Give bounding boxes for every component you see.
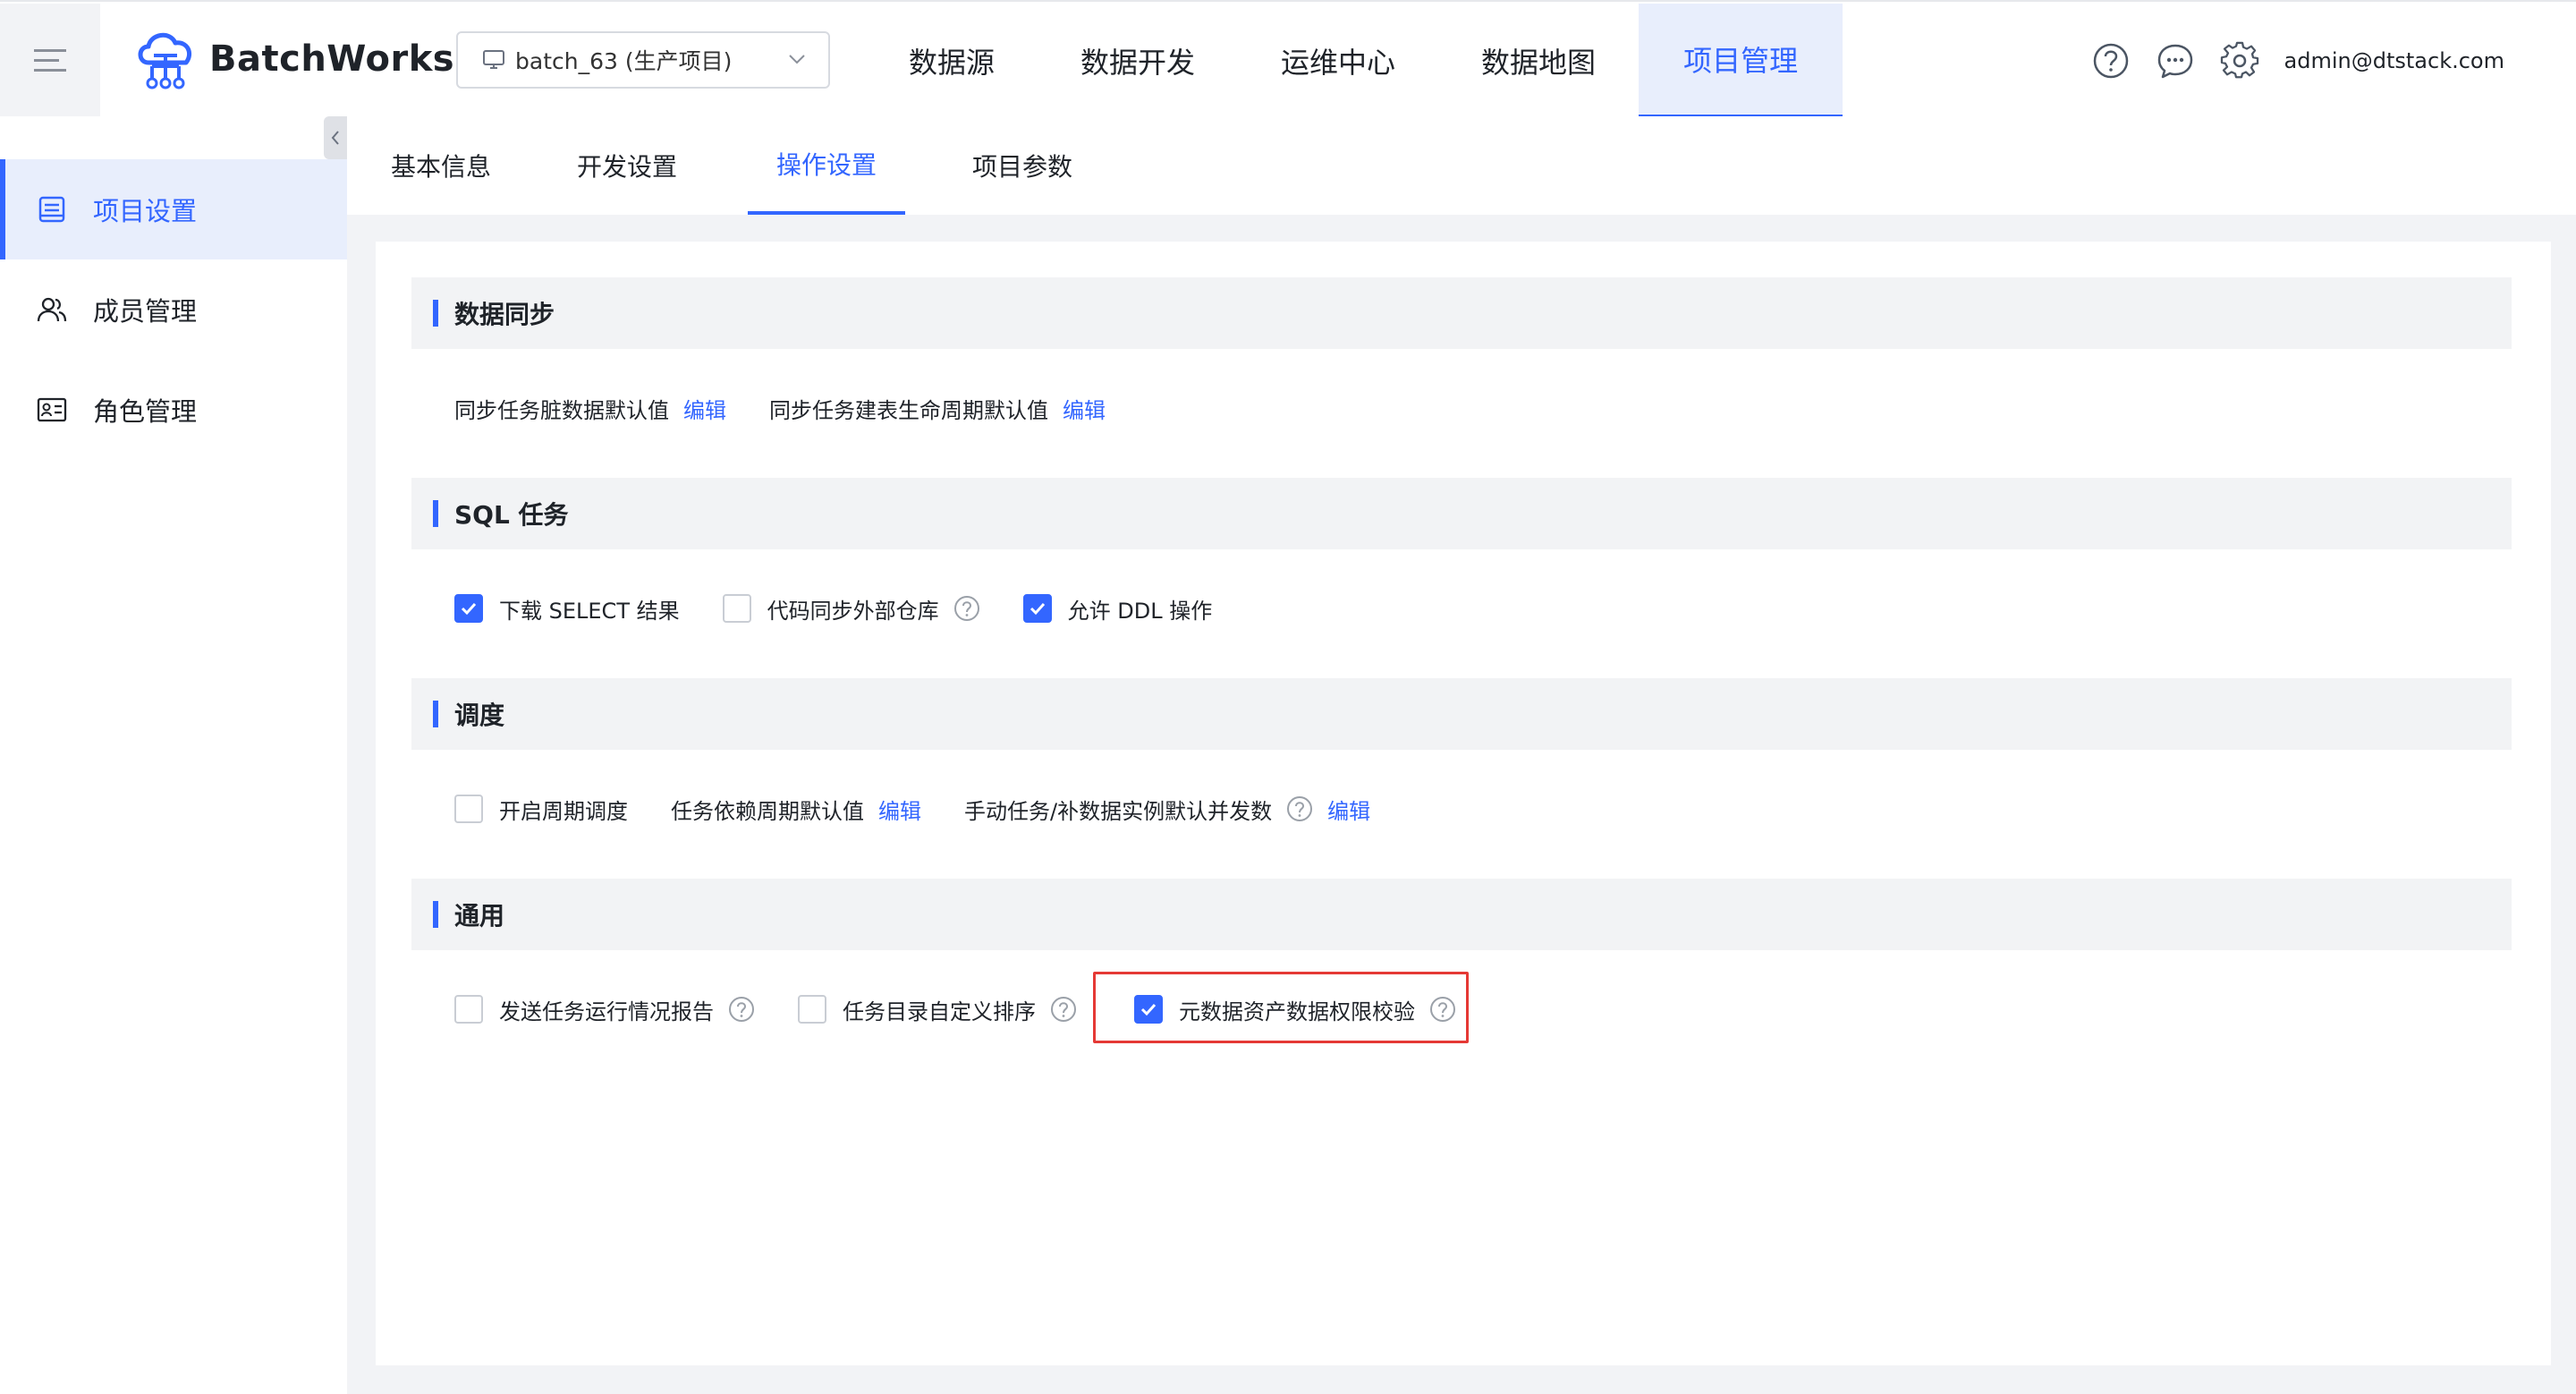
code-sync-label: 代码同步外部仓库: [767, 598, 939, 624]
tab-dev-settings[interactable]: 开发设置: [564, 116, 691, 215]
menu-toggle-button[interactable]: [0, 4, 100, 118]
user-email[interactable]: admin@dtstack.com: [2284, 48, 2504, 73]
sql-settings-row: 下载 SELECT 结果 代码同步外部仓库 允许 DDL 操作: [454, 591, 1212, 626]
edit-concurrency-default-link[interactable]: 编辑: [1327, 794, 1370, 825]
project-select-value: batch_63 (生产项目): [515, 48, 733, 74]
periodic-schedule-label: 开启周期调度: [499, 798, 628, 824]
section-accent-bar: [433, 300, 438, 327]
top-bar: BatchWorks batch_63 (生产项目) 数据源 数据开发 运维中心…: [0, 0, 2576, 118]
section-accent-bar: [433, 500, 438, 527]
edit-lifecycle-default-link[interactable]: 编辑: [1063, 393, 1106, 424]
help-circle-icon[interactable]: [728, 996, 755, 1023]
sidebar-item-roles[interactable]: 角色管理: [0, 360, 347, 460]
message-icon[interactable]: [2156, 41, 2195, 81]
send-report-label: 发送任务运行情况报告: [499, 999, 714, 1024]
settings-icon[interactable]: [2220, 41, 2259, 81]
help-circle-icon[interactable]: [2091, 41, 2131, 81]
settings-tabs: 基本信息 开发设置 操作设置 项目参数: [347, 116, 2576, 215]
download-select-checkbox[interactable]: [454, 594, 483, 623]
members-icon: [37, 297, 67, 322]
project-settings-icon: [38, 196, 65, 223]
concurrency-default-label: 手动任务/补数据实例默认并发数: [964, 798, 1273, 824]
edit-dependency-default-link[interactable]: 编辑: [878, 794, 921, 825]
code-sync-checkbox[interactable]: [722, 594, 751, 623]
section-header-schedule: 调度: [411, 678, 2512, 750]
app-logo[interactable]: BatchWorks: [134, 27, 454, 91]
sidebar-item-members[interactable]: 成员管理: [0, 259, 347, 360]
chevron-down-icon: [789, 55, 805, 64]
periodic-schedule-checkbox[interactable]: [454, 795, 483, 823]
allow-ddl-label: 允许 DDL 操作: [1067, 598, 1213, 624]
sync-settings-row: 同步任务脏数据默认值 编辑 同步任务建表生命周期默认值 编辑: [454, 390, 1106, 426]
nav-project-management[interactable]: 项目管理: [1639, 4, 1843, 118]
custom-sort-label: 任务目录自定义排序: [843, 999, 1036, 1024]
sidebar-item-label: 角色管理: [93, 396, 198, 427]
schedule-settings-row: 开启周期调度 任务依赖周期默认值 编辑 手动任务/补数据实例默认并发数 编辑: [454, 791, 1370, 827]
help-circle-icon[interactable]: [953, 595, 980, 622]
settings-panel: 数据同步 同步任务脏数据默认值 编辑 同步任务建表生命周期默认值 编辑 SQL …: [376, 242, 2551, 1365]
section-title: SQL 任务: [454, 500, 569, 530]
sidebar-item-label: 成员管理: [93, 296, 198, 327]
sidebar-item-project-settings[interactable]: 项目设置: [0, 159, 347, 259]
dependency-default-label: 任务依赖周期默认值: [671, 798, 864, 824]
nav-data-map[interactable]: 数据地图: [1438, 4, 1639, 118]
project-select[interactable]: batch_63 (生产项目): [456, 31, 830, 89]
hamburger-icon: [34, 49, 66, 72]
allow-ddl-checkbox[interactable]: [1022, 594, 1052, 623]
send-report-checkbox[interactable]: [454, 995, 483, 1024]
help-circle-icon[interactable]: [1286, 795, 1313, 822]
download-select-label: 下载 SELECT 结果: [499, 598, 680, 624]
cloud-network-logo-icon: [138, 32, 191, 89]
section-header-sql-task: SQL 任务: [411, 478, 2512, 549]
dirty-data-default-label: 同步任务脏数据默认值: [454, 397, 669, 423]
tab-basic-info[interactable]: 基本信息: [377, 116, 504, 215]
help-circle-icon[interactable]: [1050, 996, 1077, 1023]
tab-project-params[interactable]: 项目参数: [959, 116, 1086, 215]
section-title: 调度: [454, 701, 505, 730]
highlight-box: [1093, 972, 1469, 1043]
nav-operations-center[interactable]: 运维中心: [1238, 4, 1438, 118]
nav-datasource[interactable]: 数据源: [866, 4, 1038, 118]
tab-operation-settings[interactable]: 操作设置: [748, 116, 905, 215]
monitor-icon: [483, 50, 504, 69]
sidebar-collapse-handle[interactable]: [324, 116, 347, 159]
main-nav: 数据源 数据开发 运维中心 数据地图 项目管理: [866, 4, 1843, 118]
check-icon: [1030, 602, 1045, 616]
app-name: BatchWorks: [209, 38, 455, 80]
section-title: 数据同步: [454, 300, 555, 329]
header-actions: admin@dtstack.com: [2066, 4, 2504, 118]
role-card-icon: [37, 397, 67, 422]
section-header-general: 通用: [411, 879, 2512, 950]
lifecycle-default-label: 同步任务建表生命周期默认值: [769, 397, 1048, 423]
section-accent-bar: [433, 901, 438, 928]
chevron-left-icon: [331, 131, 339, 145]
sidebar-item-label: 项目设置: [93, 196, 198, 226]
edit-dirty-data-default-link[interactable]: 编辑: [683, 393, 726, 424]
check-icon: [461, 602, 477, 616]
section-title: 通用: [454, 901, 505, 931]
section-accent-bar: [433, 701, 438, 727]
nav-data-development[interactable]: 数据开发: [1038, 4, 1238, 118]
custom-sort-checkbox[interactable]: [798, 995, 826, 1024]
section-header-data-sync: 数据同步: [411, 277, 2512, 349]
